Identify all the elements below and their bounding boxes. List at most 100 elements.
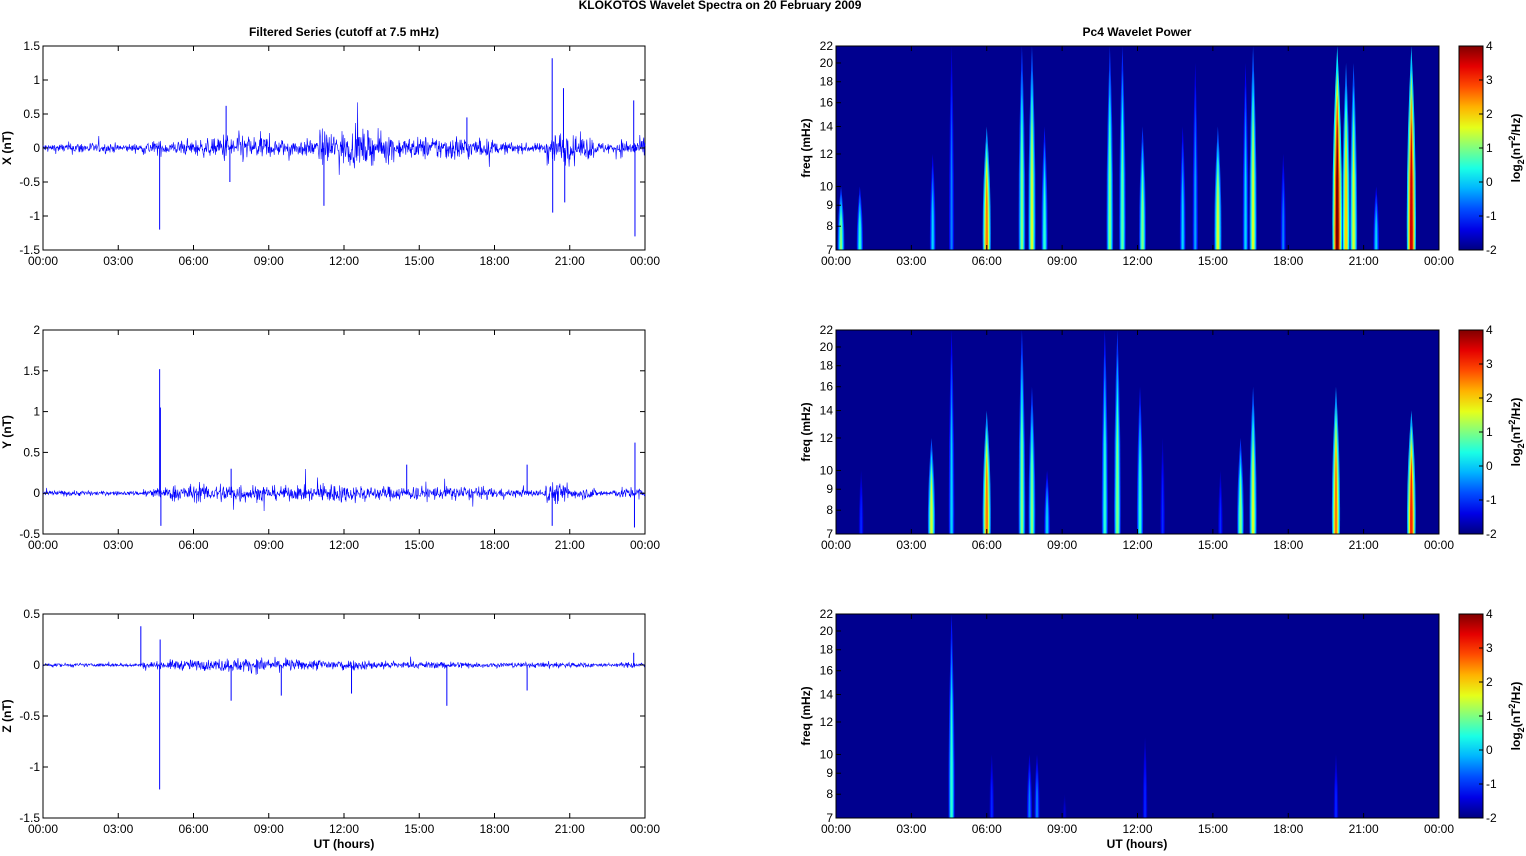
panel-y-xtick-label: 12:00 <box>329 538 359 552</box>
panel-z-y-label: Z (nT) <box>0 699 14 732</box>
x-axis-label-right: UT (hours) <box>1107 837 1168 851</box>
panel-z-power-colorbar-tick-label: -2 <box>1486 811 1497 825</box>
panel-y-power-colorbar-label: log2(nT2/Hz) <box>1507 398 1526 467</box>
panel-z-power-colorbar-tick-label: 2 <box>1486 675 1493 689</box>
panel-x-xtick-label: 00:00 <box>630 254 660 268</box>
panel-y-axes <box>42 329 646 535</box>
panel-x-ytick-label: -1 <box>29 209 40 223</box>
panel-x-power-colorbar-label: log2(nT2/Hz) <box>1507 114 1526 183</box>
panel-x-ytick-label: 0 <box>33 141 40 155</box>
panel-z-power-ytick-label: 22 <box>820 607 834 621</box>
panel-x-xtick-label: 15:00 <box>404 254 434 268</box>
panel-z-ytick-label: 0 <box>33 658 40 672</box>
panel-x-power-xtick-label: 12:00 <box>1122 254 1152 268</box>
panel-z-xtick-label: 00:00 <box>28 822 58 836</box>
panel-y-power-colorbar-tick-label: 3 <box>1486 357 1493 371</box>
panel-y-xtick-label: 03:00 <box>103 538 133 552</box>
panel-y-power-xtick-label: 18:00 <box>1273 538 1303 552</box>
panel-x-power-xtick-label: 09:00 <box>1047 254 1077 268</box>
panel-z-xtick-label: 21:00 <box>555 822 585 836</box>
panel-x-power-colorbar-tick-label: -1 <box>1486 209 1497 223</box>
panel-z-power-xtick-label: 18:00 <box>1273 822 1303 836</box>
colorbar-label-part: (nT <box>1509 140 1523 159</box>
panel-y-ytick-label: 1.5 <box>23 364 40 378</box>
panel-y-power-colorbar-tick-label: -2 <box>1486 527 1497 541</box>
colorbar-label-part: log <box>1509 732 1523 750</box>
panel-z-power-axes <box>836 614 1439 818</box>
panel-z-xtick-label: 06:00 <box>178 822 208 836</box>
panel-y-power-colorbar-tick-label: 2 <box>1486 391 1493 405</box>
panel-x-power-colorbar-tick-label: 4 <box>1486 39 1493 53</box>
panel-y-power-ytick-label: 22 <box>820 323 834 337</box>
panel-z-power-colorbar-tick-label: 1 <box>1486 709 1493 723</box>
panel-z-power-colorbar-tick-label: -1 <box>1486 777 1497 791</box>
panel-z-power-ytick-label: 8 <box>826 787 833 801</box>
colorbar-label-part: (nT <box>1509 708 1523 727</box>
figure-title: KLOKOTOS Wavelet Spectra on 20 February … <box>579 0 862 12</box>
panel-x-ytick-label: 0.5 <box>23 107 40 121</box>
panel-x-power-colorbar-tick-label: -2 <box>1486 243 1497 257</box>
panel-y-ytick-label: 1 <box>33 405 40 419</box>
panel-x-xtick-label: 12:00 <box>329 254 359 268</box>
panel-z-axes <box>42 613 646 819</box>
panel-x-power-ytick-label: 20 <box>820 56 834 70</box>
panel-x-power-ytick-label: 18 <box>820 75 834 89</box>
panel-y-power-colorbar-tick-label: 0 <box>1486 459 1493 473</box>
panel-z-ytick-label: -0.5 <box>19 709 40 723</box>
panel-x-xtick-label: 18:00 <box>479 254 509 268</box>
panel-x-power-xtick-label: 15:00 <box>1198 254 1228 268</box>
panel-x-ytick-label: -0.5 <box>19 175 40 189</box>
panel-z-power-y-label: freq (mHz) <box>799 686 813 745</box>
colorbar-label-part: /Hz) <box>1509 682 1523 704</box>
panel-y-power-xtick-label: 00:00 <box>821 538 851 552</box>
panel-x-xtick-label: 06:00 <box>178 254 208 268</box>
colorbar-label-part: log <box>1509 448 1523 466</box>
panel-x-power-xtick-label: 21:00 <box>1349 254 1379 268</box>
panel-z-power-colorbar-tick-label: 0 <box>1486 743 1493 757</box>
panel-y-power-ytick-label: 18 <box>820 359 834 373</box>
panel-z-power-xtick-label: 00:00 <box>821 822 851 836</box>
panel-y-xtick-label: 18:00 <box>479 538 509 552</box>
panel-z-power-ytick-label: 14 <box>820 688 834 702</box>
panel-x-power-ytick-label: 10 <box>820 179 834 193</box>
panel-y-power-xtick-label: 03:00 <box>896 538 926 552</box>
x-axis-label-left: UT (hours) <box>314 837 375 851</box>
panel-z-xtick-label: 18:00 <box>479 822 509 836</box>
panel-y-xtick-label: 09:00 <box>254 538 284 552</box>
panel-z-ytick-label: -1 <box>29 760 40 774</box>
panel-y-power-ytick-label: 20 <box>820 340 834 354</box>
panel-z-power-xtick-label: 03:00 <box>896 822 926 836</box>
panel-z-power-ytick-label: 18 <box>820 643 834 657</box>
panel-x-power-ytick-label: 12 <box>820 147 834 161</box>
panel-y-xtick-label: 21:00 <box>555 538 585 552</box>
panel-y-power-ytick-label: 16 <box>820 380 834 394</box>
panel-x-power-xtick-label: 00:00 <box>1424 254 1454 268</box>
panel-z-power-xtick-label: 09:00 <box>1047 822 1077 836</box>
panel-z-power-xtick-label: 21:00 <box>1349 822 1379 836</box>
panel-z-power-ytick-label: 12 <box>820 715 834 729</box>
panel-z-power-ytick-label: 16 <box>820 664 834 678</box>
panel-y-power-xtick-label: 06:00 <box>972 538 1002 552</box>
panel-y-power-colorbar-tick-label: 4 <box>1486 323 1493 337</box>
panel-x-power-xtick-label: 03:00 <box>896 254 926 268</box>
panel-x-power-ytick-label: 14 <box>820 120 834 134</box>
panel-y-power-xtick-label: 12:00 <box>1122 538 1152 552</box>
panel-y-ytick-label: 0.5 <box>23 445 40 459</box>
panel-x-xtick-label: 21:00 <box>555 254 585 268</box>
panel-z-power-ytick-label: 10 <box>820 747 834 761</box>
panel-z-xtick-label: 03:00 <box>103 822 133 836</box>
panel-x-ytick-label: 1.5 <box>23 39 40 53</box>
panel-y-power-xtick-label: 09:00 <box>1047 538 1077 552</box>
panel-x-ytick-label: 1 <box>33 73 40 87</box>
panel-y-xtick-label: 00:00 <box>28 538 58 552</box>
panel-y-xtick-label: 15:00 <box>404 538 434 552</box>
panel-z-power-xtick-label: 06:00 <box>972 822 1002 836</box>
panel-y-power-xtick-label: 00:00 <box>1424 538 1454 552</box>
panel-y-power-xtick-label: 21:00 <box>1349 538 1379 552</box>
panel-z-power-colorbar-tick-label: 3 <box>1486 641 1493 655</box>
colorbar-label-part: /Hz) <box>1509 114 1523 136</box>
panel-y-power-colorbar-tick-label: -1 <box>1486 493 1497 507</box>
panel-y-power-ytick-label: 9 <box>826 482 833 496</box>
panel-z-xtick-label: 12:00 <box>329 822 359 836</box>
colorbar-label-part: log <box>1509 164 1523 182</box>
